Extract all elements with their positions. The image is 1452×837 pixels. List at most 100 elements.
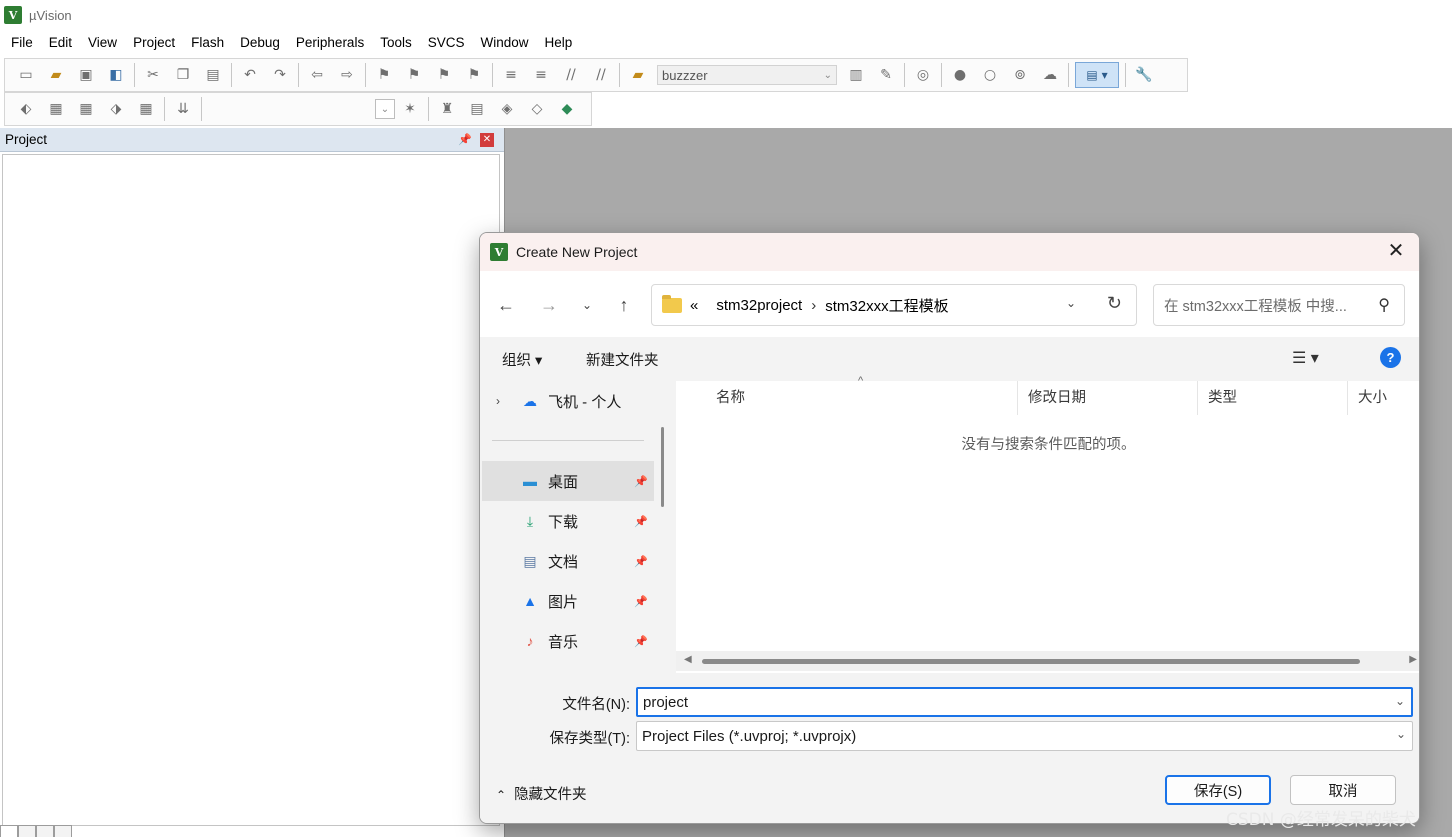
unindent-icon[interactable]: ≡ [530,64,552,86]
pack-installer-icon[interactable]: ◇ [526,98,548,120]
view-options-icon[interactable]: ☰ ▾ [1292,348,1319,368]
target-select[interactable]: buzzzer ⌄ [657,65,837,85]
cut-icon[interactable]: ✂ [142,64,164,86]
column-header-date[interactable]: 修改日期 [1018,381,1198,415]
menu-peripherals[interactable]: Peripherals [288,30,372,56]
cancel-button[interactable]: 取消 [1290,775,1396,805]
prev-bookmark-icon[interactable]: ⚑ [403,64,425,86]
batch-build-icon[interactable]: ⬗ [105,98,127,120]
nav-item-documents[interactable]: ▤ 文档 📌 [482,541,654,581]
up-arrow-icon[interactable]: ↑ [612,293,636,317]
close-icon[interactable]: ✕ [1385,241,1407,263]
download-load-icon[interactable]: ⇊ [172,98,194,120]
tab-project[interactable] [0,825,18,837]
close-icon[interactable]: ✕ [480,132,494,147]
menu-svcs[interactable]: SVCS [420,30,473,56]
undo-icon[interactable]: ↶ [239,64,261,86]
find-in-files-icon[interactable]: ▰ [627,64,649,86]
pin-icon[interactable]: 📌 [634,595,648,608]
address-bar[interactable]: « stm32project › stm32xxx工程模板 ⌄ ↻ [651,284,1137,326]
comment-icon[interactable]: // [560,64,582,86]
menu-tools[interactable]: Tools [372,30,420,56]
menu-debug[interactable]: Debug [232,30,288,56]
savetype-select[interactable]: Project Files (*.uvproj; *.uvprojx) ⌄ [636,721,1413,751]
chevron-down-icon[interactable]: ⌄ [1066,296,1076,310]
search-icon[interactable]: ⚲ [1378,295,1390,315]
organize-button[interactable]: 组织 ▾ [502,349,542,370]
save-icon[interactable]: ▣ [75,64,97,86]
open-file-icon[interactable]: ▰ [45,64,67,86]
bookmark-icon[interactable]: ⚑ [373,64,395,86]
breakpoint-icon[interactable]: ● [949,64,971,86]
filename-input[interactable]: project ⌄ [636,687,1413,717]
back-arrow-icon[interactable]: ← [494,293,518,317]
project-tree[interactable] [2,154,500,826]
nav-forward-icon[interactable]: ⇨ [336,64,358,86]
stop-build-icon[interactable]: ▦ [135,98,157,120]
pin-icon[interactable]: 📌 [634,555,648,568]
forward-arrow-icon[interactable]: → [537,293,561,317]
save-button[interactable]: 保存(S) [1165,775,1271,805]
pin-icon[interactable]: 📌 [634,635,648,648]
menu-help[interactable]: Help [537,30,581,56]
column-header-size[interactable]: 大小 [1348,381,1419,415]
chevron-right-icon[interactable]: › [496,394,500,408]
nav-item-pictures[interactable]: ▲ 图片 📌 [482,581,654,621]
next-bookmark-icon[interactable]: ⚑ [433,64,455,86]
column-header-type[interactable]: 类型 [1198,381,1348,415]
breadcrumb-overflow[interactable]: « [690,297,698,314]
horizontal-scrollbar[interactable]: ◀ ▶ [676,651,1419,671]
hide-folders-toggle[interactable]: ⌃ 隐藏文件夹 [496,783,587,804]
copy-icon[interactable]: ❐ [172,64,194,86]
rebuild-icon[interactable]: ▦ [75,98,97,120]
uncomment-icon[interactable]: // [590,64,612,86]
window-layout-button[interactable]: ▤ ▾ [1075,62,1119,88]
nav-back-icon[interactable]: ⇦ [306,64,328,86]
menu-view[interactable]: View [80,30,125,56]
file-extensions-icon[interactable]: ♜ [436,98,458,120]
paste-icon[interactable]: ▤ [202,64,224,86]
breadcrumb-item[interactable]: stm32project [716,297,802,314]
menu-project[interactable]: Project [125,30,183,56]
chevron-down-icon[interactable]: ⌄ [1395,694,1405,708]
scrollbar-thumb[interactable] [702,659,1360,664]
new-file-icon[interactable]: ▭ [15,64,37,86]
build-icon[interactable]: ▦ [45,98,67,120]
redo-icon[interactable]: ↷ [269,64,291,86]
pin-icon[interactable]: 📌 [634,475,648,488]
target-dropdown[interactable]: ⌄ [375,99,395,119]
new-folder-button[interactable]: 新建文件夹 [586,349,659,370]
tab-templates[interactable] [54,825,72,837]
chevron-down-icon[interactable]: ⌄ [1396,727,1406,741]
clear-bookmarks-icon[interactable]: ⚑ [463,64,485,86]
scroll-left-icon[interactable]: ◀ [684,654,692,665]
kill-all-breakpoints-icon[interactable]: ☁ [1039,64,1061,86]
nav-pane-scrollbar[interactable] [661,427,664,507]
incremental-find-icon[interactable]: ▥ [845,64,867,86]
menu-edit[interactable]: Edit [41,30,80,56]
recent-locations-chevron-icon[interactable]: ⌄ [575,293,599,317]
configure-icon[interactable]: 🔧 [1133,64,1155,86]
manage-components-icon[interactable]: ▤ [466,98,488,120]
find-icon[interactable]: ✎ [875,64,897,86]
menu-window[interactable]: Window [472,30,536,56]
help-icon[interactable]: ? [1380,347,1401,368]
disable-all-breakpoints-icon[interactable]: ⊚ [1009,64,1031,86]
menu-flash[interactable]: Flash [183,30,232,56]
search-input[interactable]: 在 stm32xxx工程模板 中搜... ⚲ [1153,284,1405,326]
tab-books[interactable] [18,825,36,837]
pin-icon[interactable]: 📌 [458,133,472,146]
refresh-icon[interactable]: ↻ [1107,293,1122,314]
nav-item-downloads[interactable]: ⤓ 下载 📌 [482,501,654,541]
nav-item-onedrive[interactable]: › ☁ 飞机 - 个人 [482,381,654,421]
column-header-name[interactable]: 名称 [676,381,1018,415]
options-for-target-icon[interactable]: ✶ [399,98,421,120]
tab-functions[interactable] [36,825,54,837]
nav-item-desktop[interactable]: ▬ 桌面 📌 [482,461,654,501]
select-packs-icon[interactable]: ◈ [496,98,518,120]
save-all-icon[interactable]: ◧ [105,64,127,86]
scroll-right-icon[interactable]: ▶ [1409,654,1417,665]
breadcrumb-item[interactable]: stm32xxx工程模板 [825,295,948,316]
indent-icon[interactable]: ≡ [500,64,522,86]
rte-icon[interactable]: ◆ [556,98,578,120]
